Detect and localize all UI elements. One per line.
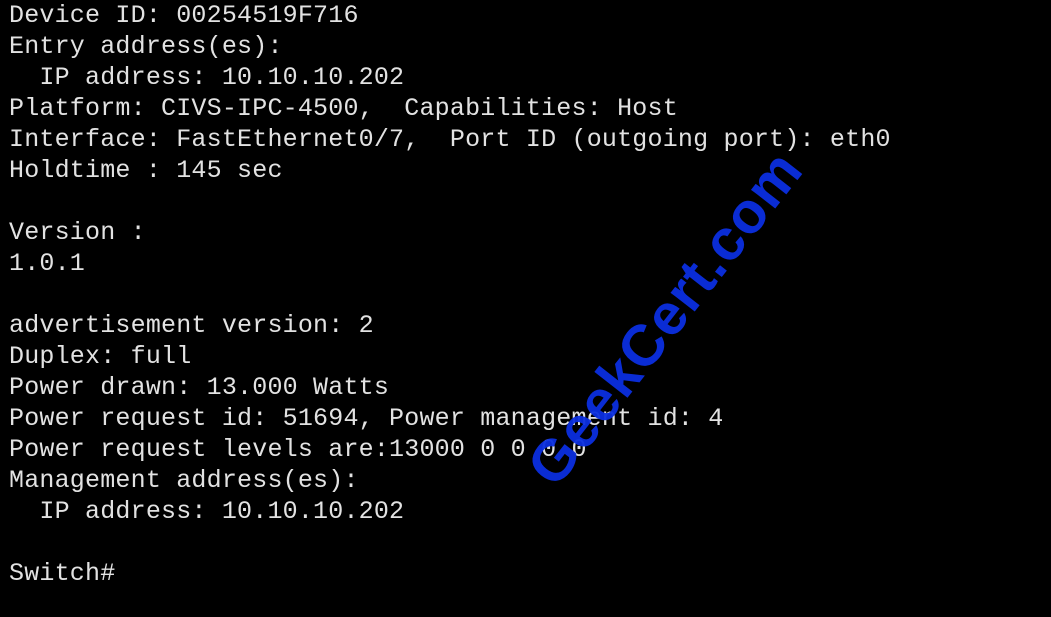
cdp-management-ip-address-line: IP address: 10.10.10.202 — [9, 497, 405, 526]
cdp-interface-line: Interface: FastEthernet0/7, Port ID (out… — [9, 125, 891, 154]
cdp-power-drawn-line: Power drawn: 13.000 Watts — [9, 373, 390, 402]
cdp-platform-line: Platform: CIVS-IPC-4500, Capabilities: H… — [9, 94, 678, 123]
cdp-version-header: Version : — [9, 218, 146, 247]
terminal-window[interactable]: Device ID: 00254519F716 Entry address(es… — [0, 0, 1051, 617]
cdp-entry-ip-address-line: IP address: 10.10.10.202 — [9, 63, 405, 92]
cdp-holdtime-line: Holdtime : 145 sec — [9, 156, 283, 185]
cdp-version-value: 1.0.1 — [9, 249, 86, 278]
cdp-advertisement-version-line: advertisement version: 2 — [9, 311, 374, 340]
cdp-device-id-line: Device ID: 00254519F716 — [9, 1, 359, 30]
cdp-power-request-id-line: Power request id: 51694, Power managemen… — [9, 404, 724, 433]
cdp-entry-address-header: Entry address(es): — [9, 32, 283, 61]
cdp-management-address-header: Management address(es): — [9, 466, 359, 495]
cdp-power-levels-line: Power request levels are:13000 0 0 0 0 — [9, 435, 587, 464]
cdp-duplex-line: Duplex: full — [9, 342, 192, 371]
switch-prompt[interactable]: Switch# — [9, 558, 115, 589]
